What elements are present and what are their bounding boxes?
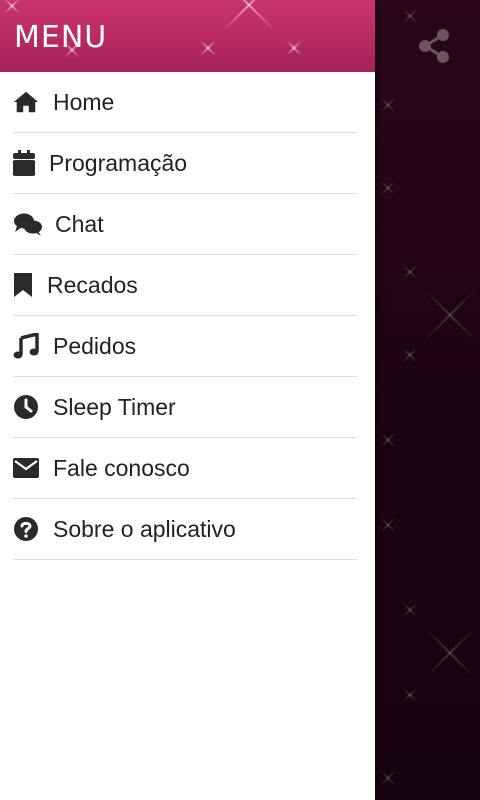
menu-item-label: Sobre o aplicativo (53, 515, 236, 542)
menu-item-label: Chat (55, 210, 104, 237)
menu-list: Home Programação Chat Recados Pedidos Sl… (13, 72, 357, 560)
bookmark-icon (13, 272, 33, 298)
chat-bubbles-icon (13, 211, 43, 237)
menu-item-chat[interactable]: Chat (13, 194, 357, 255)
clock-icon (13, 394, 39, 420)
sparkle-decoration (2, 0, 22, 16)
sparkle-decoration (378, 178, 398, 198)
sparkle-decoration (400, 345, 420, 365)
sparkle-decoration (378, 768, 398, 788)
sparkle-decoration (400, 262, 420, 282)
menu-item-programacao[interactable]: Programação (13, 133, 357, 194)
sparkle-decoration (284, 38, 304, 58)
sparkle-decoration (378, 430, 398, 450)
music-note-icon (13, 333, 39, 359)
envelope-icon (13, 455, 39, 481)
share-icon (419, 29, 449, 63)
home-icon (13, 89, 39, 115)
question-circle-icon (13, 516, 39, 542)
menu-item-fale-conosco[interactable]: Fale conosco (13, 438, 357, 499)
sparkle-decoration (400, 6, 420, 26)
navigation-drawer: MENU Home Programação Chat Recados Pedid… (0, 0, 375, 800)
sparkle-decoration (415, 618, 480, 688)
menu-item-recados[interactable]: Recados (13, 255, 357, 316)
menu-item-label: Fale conosco (53, 454, 190, 481)
sparkle-decoration (378, 95, 398, 115)
sparkle-decoration (214, 0, 284, 40)
share-button[interactable] (412, 24, 456, 68)
menu-item-home[interactable]: Home (13, 72, 357, 133)
menu-item-label: Recados (47, 271, 138, 298)
menu-item-label: Sleep Timer (53, 393, 176, 420)
menu-item-label: Pedidos (53, 332, 137, 359)
sparkle-decoration (400, 685, 420, 705)
sparkle-decoration (198, 38, 218, 58)
menu-item-label: Home (53, 88, 115, 115)
sparkle-decoration (400, 600, 420, 620)
menu-item-sleep-timer[interactable]: Sleep Timer (13, 377, 357, 438)
menu-item-pedidos[interactable]: Pedidos (13, 316, 357, 377)
sparkle-decoration (415, 280, 480, 350)
drawer-header: MENU (0, 0, 375, 72)
sparkle-decoration (378, 515, 398, 535)
menu-item-sobre[interactable]: Sobre o aplicativo (13, 499, 357, 560)
menu-item-label: Programação (49, 149, 188, 176)
calendar-icon (13, 150, 35, 176)
drawer-title: MENU (14, 20, 108, 55)
